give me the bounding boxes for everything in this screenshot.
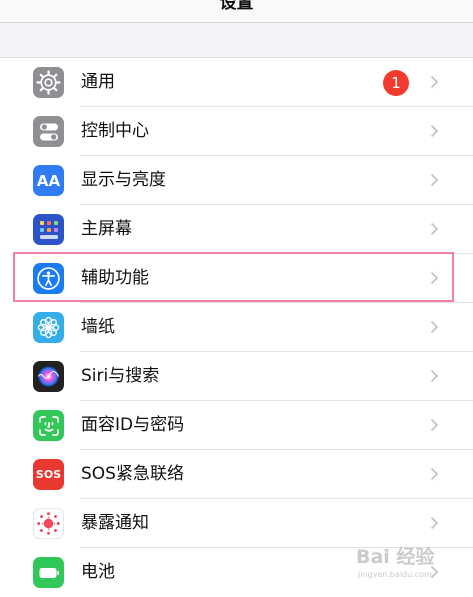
settings-row-label: Siri与搜索 xyxy=(81,366,160,386)
settings-row-label: 显示与亮度 xyxy=(81,170,166,190)
settings-row-label: 电池 xyxy=(81,562,115,582)
settings-row-label: 辅助功能 xyxy=(81,268,149,288)
settings-row-wallpaper[interactable]: 墙纸 xyxy=(0,303,473,352)
settings-row-label: 墙纸 xyxy=(81,317,115,337)
settings-row-emergency-sos[interactable]: SOS SOS紧急联络 xyxy=(0,450,473,499)
siri-icon xyxy=(33,361,64,392)
settings-row-label: 面容ID与密码 xyxy=(81,415,185,435)
accessibility-icon xyxy=(33,263,64,294)
chevron-right-icon xyxy=(430,418,439,432)
chevron-right-icon xyxy=(430,320,439,334)
watermark: Bai 经验 jingyan.baidu.com xyxy=(356,542,466,582)
settings-list: 通用 1 控制中心 AA 显示与亮度 主屏幕 辅助功能 墙纸 Siri与搜索 面… xyxy=(0,57,473,597)
chevron-right-icon xyxy=(430,467,439,481)
settings-row-siri-search[interactable]: Siri与搜索 xyxy=(0,352,473,401)
text-size-icon: AA xyxy=(33,165,64,196)
page-title: 设置 xyxy=(219,0,254,13)
toggles-icon xyxy=(33,116,64,147)
settings-row-label: 通用 xyxy=(81,72,115,92)
chevron-right-icon xyxy=(430,271,439,285)
flower-icon xyxy=(33,312,64,343)
battery-icon xyxy=(33,557,64,588)
settings-row-accessibility[interactable]: 辅助功能 xyxy=(0,254,473,303)
app-grid-icon xyxy=(33,214,64,245)
gear-icon xyxy=(33,67,64,98)
settings-row-display-brightness[interactable]: AA 显示与亮度 xyxy=(0,156,473,205)
chevron-right-icon xyxy=(430,369,439,383)
chevron-right-icon xyxy=(430,173,439,187)
settings-row-home-screen[interactable]: 主屏幕 xyxy=(0,205,473,254)
settings-row-face-id-passcode[interactable]: 面容ID与密码 xyxy=(0,401,473,450)
settings-row-label: 主屏幕 xyxy=(81,219,132,239)
settings-row-general[interactable]: 通用 1 xyxy=(0,58,473,107)
watermark-sub: jingyan.baidu.com xyxy=(358,570,432,579)
navigation-bar: 设置 xyxy=(0,0,473,23)
exposure-icon xyxy=(33,508,64,539)
watermark-main: Bai 经验 xyxy=(356,546,435,568)
settings-row-label: 控制中心 xyxy=(81,121,149,141)
chevron-right-icon xyxy=(430,75,439,89)
icon-text: AA xyxy=(36,171,61,190)
settings-row-exposure-notifications[interactable]: 暴露通知 xyxy=(0,499,473,548)
settings-row-control-center[interactable]: 控制中心 xyxy=(0,107,473,156)
chevron-right-icon xyxy=(430,222,439,236)
chevron-right-icon xyxy=(430,516,439,530)
settings-row-label: 暴露通知 xyxy=(81,513,149,533)
icon-text: SOS xyxy=(35,468,62,481)
settings-row-label: SOS紧急联络 xyxy=(81,464,184,484)
face-id-icon xyxy=(33,410,64,441)
notification-badge: 1 xyxy=(383,70,409,96)
sos-icon: SOS xyxy=(33,459,64,490)
chevron-right-icon xyxy=(430,124,439,138)
